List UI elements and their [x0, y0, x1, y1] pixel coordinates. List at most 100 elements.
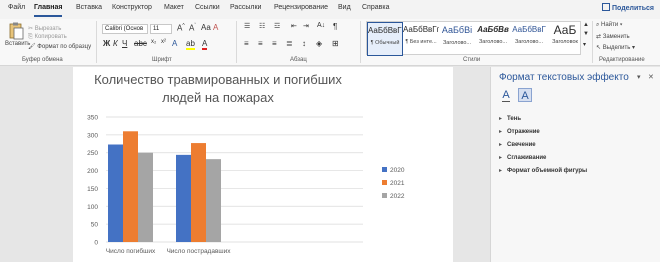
x-tick-label: Число погибших — [106, 247, 156, 255]
legend-label: 2022 — [390, 193, 405, 200]
styles-scroll-down-button[interactable]: ▼ — [583, 31, 589, 37]
clipboard-group-label: Буфер обмена — [22, 57, 63, 63]
cut-button[interactable]: ✂ Вырезать — [28, 25, 61, 32]
sort-button[interactable]: A↓ — [317, 22, 325, 29]
shading-button[interactable]: ◈ — [316, 39, 322, 48]
chevron-right-icon: ▸ — [499, 168, 503, 174]
bar-2021 — [123, 131, 138, 242]
strikethrough-button[interactable]: abc — [134, 39, 147, 48]
pane-section-3d-format[interactable]: ▸ Формат объемной фигуры — [499, 167, 587, 174]
text-effects-button[interactable]: A — [172, 39, 177, 48]
divider — [236, 21, 237, 63]
text-fill-outline-tab[interactable]: A — [499, 88, 513, 102]
y-tick-label: 250 — [87, 150, 98, 157]
pane-close-icon[interactable]: ✕ — [648, 73, 654, 81]
shrink-font-button[interactable]: Aˇ — [189, 23, 196, 33]
select-button[interactable]: ↖ Выделить ▾ — [596, 44, 635, 51]
pane-section-shadow[interactable]: ▸ Тень — [499, 115, 521, 122]
chart-legend: 2020 2021 2022 — [382, 167, 405, 200]
paragraph-group-label: Абзац — [290, 57, 307, 63]
borders-button[interactable]: ⊞ — [332, 39, 339, 48]
styles-group-label: Стили — [463, 57, 481, 63]
format-painter-button[interactable]: 🖌 Формат по образцу — [28, 43, 91, 50]
paste-icon — [9, 22, 24, 40]
clear-format-icon[interactable]: A — [213, 23, 218, 32]
chevron-right-icon: ▸ — [499, 142, 503, 148]
increase-indent-button[interactable]: ⇥ — [303, 22, 309, 30]
pane-section-soft-edges[interactable]: ▸ Сглаживание — [499, 154, 546, 161]
chart-x-tick-labels: Число погибших Число пострадавших — [106, 247, 232, 255]
style-heading-2[interactable]: АаБбВв Заголово... — [475, 22, 511, 56]
legend-swatch-2021 — [382, 180, 387, 185]
tab-review[interactable]: Рецензирование — [274, 4, 328, 11]
change-case-button[interactable]: Aa — [201, 23, 211, 32]
font-name-select[interactable]: Calibri (Основ — [102, 24, 148, 34]
font-size-select[interactable]: 11 — [150, 24, 172, 34]
pane-section-reflection[interactable]: ▸ Отражение — [499, 128, 540, 135]
copy-button[interactable]: ⎘ Копировать — [28, 34, 67, 41]
bar-2021 — [191, 143, 206, 242]
align-left-button[interactable]: ≡ — [244, 39, 249, 48]
y-tick-label: 100 — [87, 204, 98, 211]
tab-insert[interactable]: Вставка — [76, 4, 102, 11]
x-tick-label: Число пострадавших — [166, 248, 231, 255]
pane-section-glow[interactable]: ▸ Свечение — [499, 141, 536, 148]
tab-layout[interactable]: Макет — [164, 4, 184, 11]
tab-help[interactable]: Справка — [362, 4, 389, 11]
style-title[interactable]: АаБ Заголовок — [547, 22, 583, 56]
paste-button[interactable]: Вставить — [5, 21, 31, 51]
find-button[interactable]: ⌕ Найти ▾ — [596, 22, 622, 29]
superscript-button[interactable]: x² — [161, 39, 166, 45]
multilevel-list-button[interactable]: ☲ — [274, 22, 280, 30]
style-normal[interactable]: АаБбВвГг, ¶ Обычный — [367, 22, 403, 56]
tab-file[interactable]: Файл — [8, 4, 25, 11]
style-heading-3[interactable]: АаБбВвГ Заголово... — [511, 22, 547, 56]
chevron-right-icon: ▸ — [499, 116, 503, 122]
legend-swatch-2022 — [382, 193, 387, 198]
chart[interactable]: Количество травмированных и погибших люде… — [78, 67, 413, 259]
styles-scroll-up-button[interactable]: ▲ — [583, 22, 589, 28]
tab-view[interactable]: Вид — [338, 4, 351, 11]
divider — [360, 21, 361, 63]
tab-design[interactable]: Конструктор — [112, 4, 152, 11]
align-center-button[interactable]: ≡ — [258, 39, 263, 48]
divider — [96, 21, 97, 63]
bar-2022 — [206, 159, 221, 242]
pane-options-icon[interactable]: ▾ — [637, 73, 641, 81]
numbering-button[interactable]: ☷ — [259, 22, 265, 30]
legend-label: 2020 — [390, 167, 405, 174]
styles-more-button[interactable]: ▾ — [583, 41, 586, 48]
underline-button[interactable]: Ч — [122, 39, 127, 48]
grow-font-button[interactable]: A^ — [177, 23, 185, 33]
chevron-right-icon: ▸ — [499, 155, 503, 161]
highlight-button[interactable]: ab — [186, 39, 195, 50]
replace-button[interactable]: ⇄ Заменить — [596, 33, 630, 40]
ribbon-tab-bar: Файл Главная Вставка Конструктор Макет С… — [0, 0, 660, 19]
y-tick-label: 350 — [87, 115, 98, 122]
share-icon — [601, 3, 610, 11]
line-spacing-button[interactable]: ↕ — [302, 39, 306, 48]
tab-home[interactable]: Главная — [34, 4, 63, 17]
bullets-button[interactable]: ☰ — [244, 22, 250, 30]
tab-references[interactable]: Ссылки — [195, 4, 220, 11]
decrease-indent-button[interactable]: ⇤ — [291, 22, 297, 30]
select-arrow-icon: ↖ — [596, 45, 602, 51]
subscript-button[interactable]: x₂ — [151, 39, 156, 45]
y-tick-label: 200 — [87, 168, 98, 175]
font-color-button[interactable]: A — [202, 39, 208, 50]
align-right-button[interactable]: ≡ — [272, 39, 277, 48]
italic-button[interactable]: К — [113, 39, 118, 48]
style-heading-1[interactable]: АаБбВі Заголово... — [439, 22, 475, 56]
chart-y-tick-labels: 0 50 100 150 200 250 300 350 — [87, 115, 98, 247]
y-tick-label: 50 — [91, 222, 99, 229]
chart-title-line: Количество травмированных и погибших — [94, 72, 342, 87]
text-effects-tab[interactable]: A — [518, 88, 532, 102]
share-button[interactable]: Поделиться — [601, 3, 654, 12]
justify-button[interactable]: ≣ — [286, 39, 293, 48]
paste-label: Вставить — [5, 41, 31, 47]
style-no-spacing[interactable]: АаБбВвГг, ¶ Без инте... — [403, 22, 439, 56]
chart-title-line: людей на пожарах — [162, 90, 274, 105]
tab-mailings[interactable]: Рассылки — [230, 4, 261, 11]
show-marks-button[interactable]: ¶ — [333, 22, 337, 31]
bold-button[interactable]: Ж — [103, 39, 110, 48]
